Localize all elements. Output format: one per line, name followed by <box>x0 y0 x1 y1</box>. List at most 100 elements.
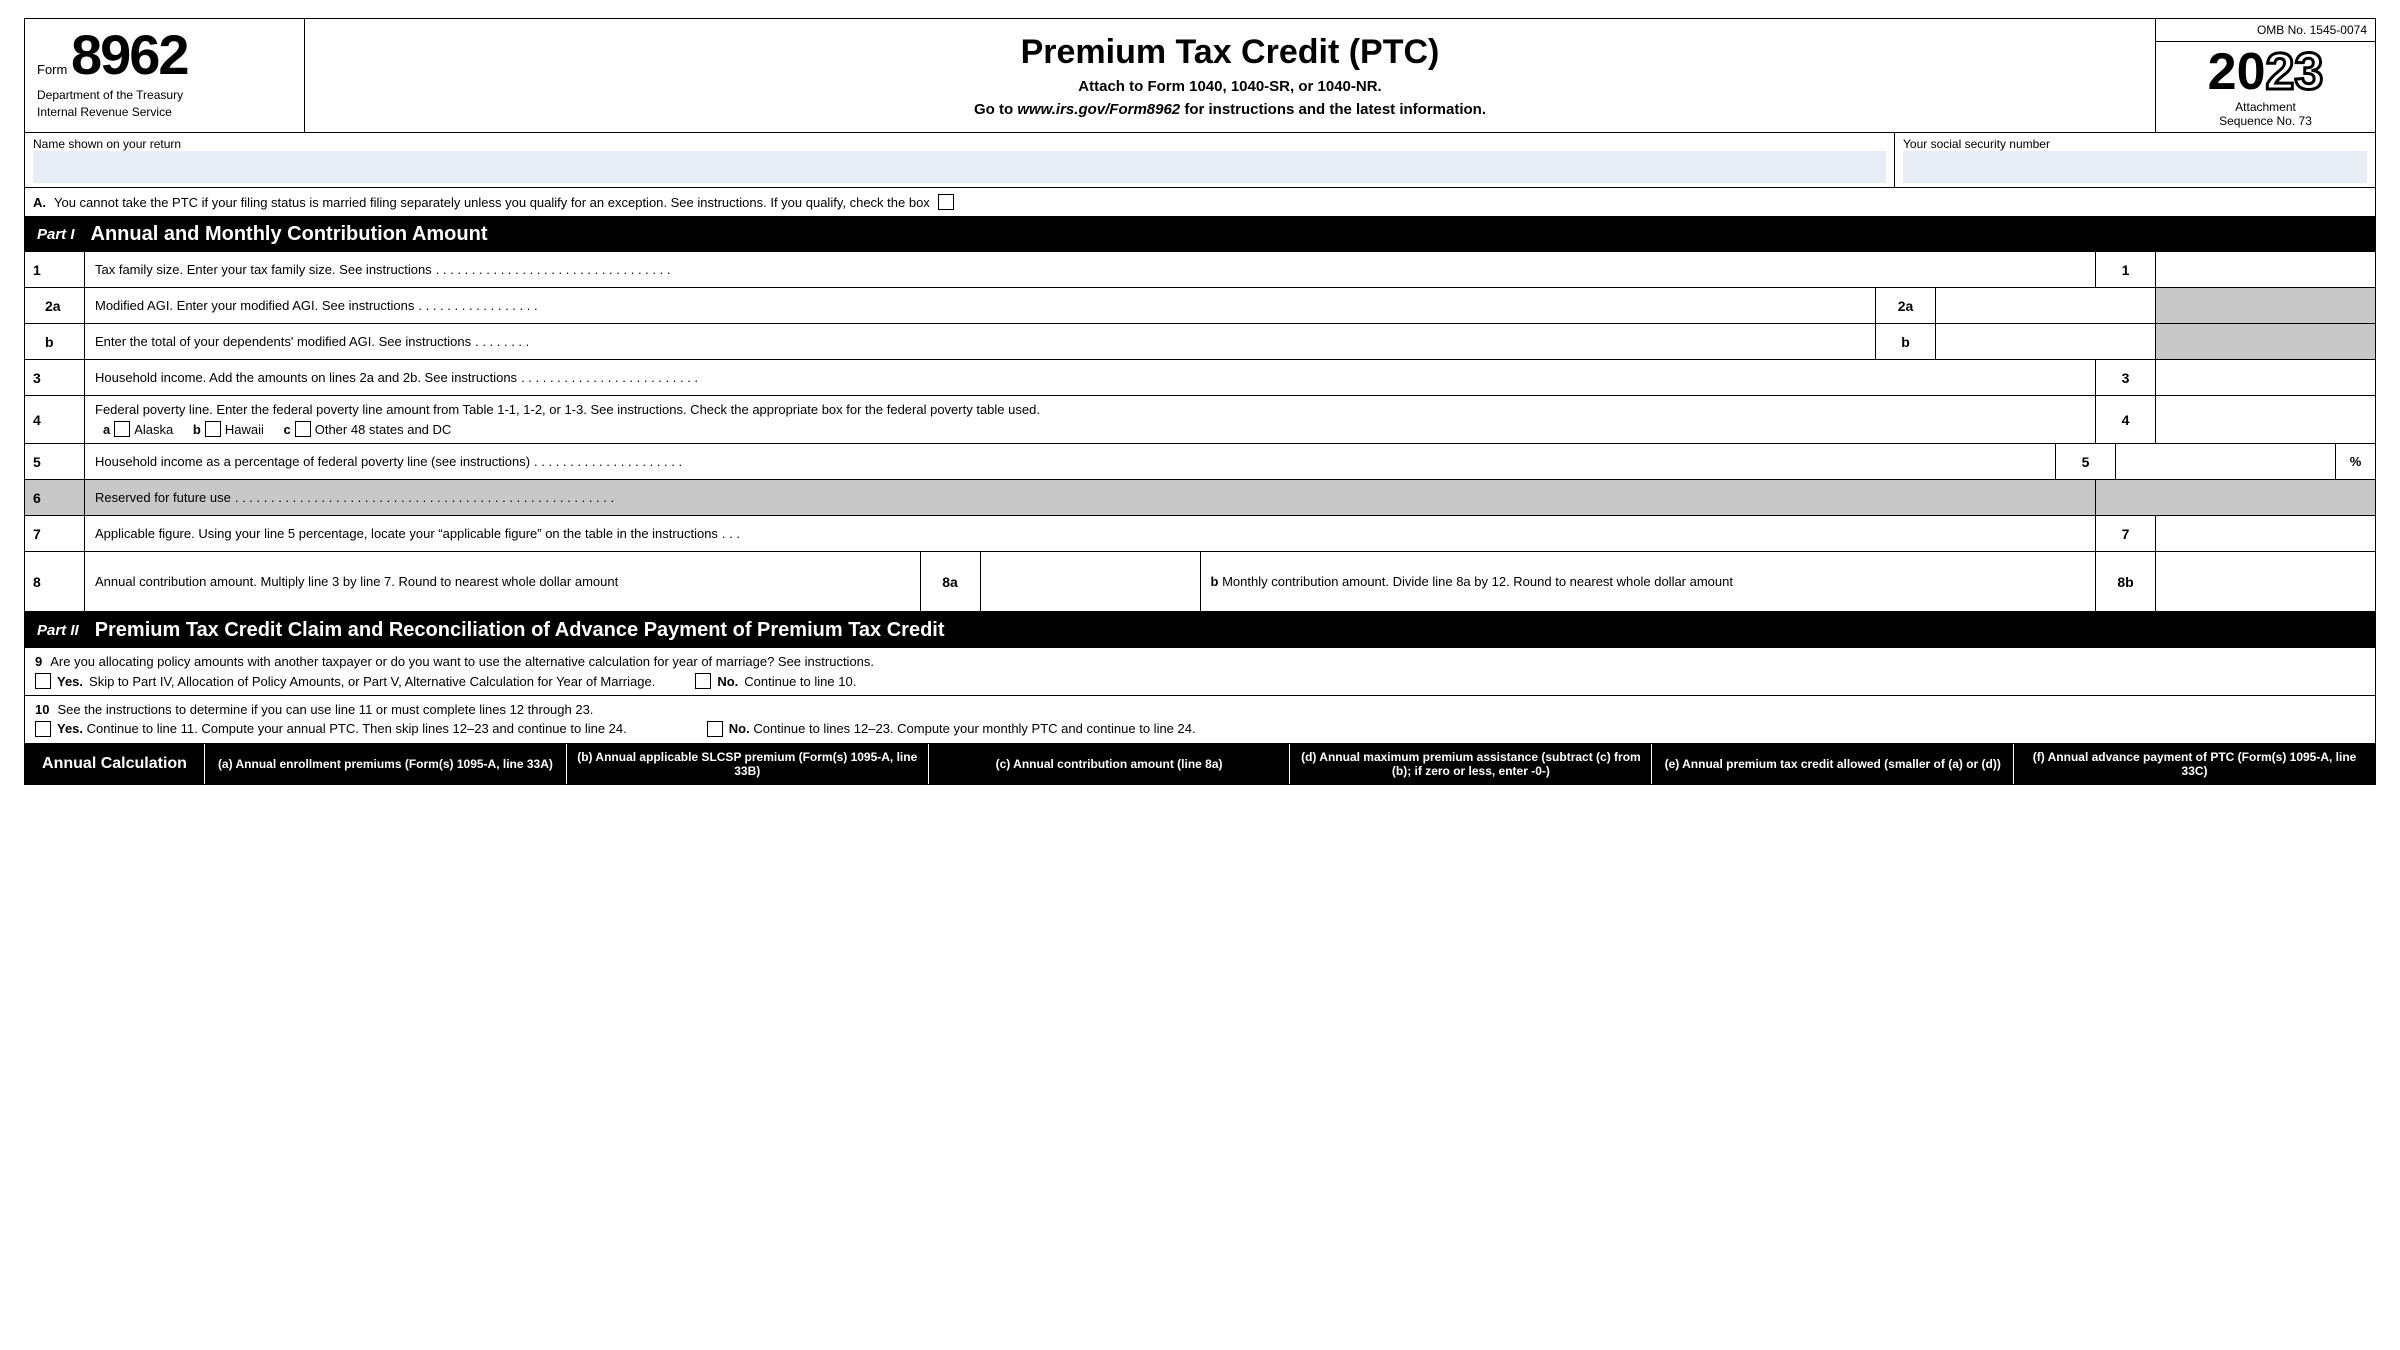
line-8: 8 Annual contribution amount. Multiply l… <box>25 552 2375 612</box>
line-4-input[interactable] <box>2155 396 2375 443</box>
part1-header: Part I Annual and Monthly Contribution A… <box>24 217 2376 252</box>
name-label: Name shown on your return <box>33 137 1886 151</box>
form-center-header: Premium Tax Credit (PTC) Attach to Form … <box>305 19 2155 132</box>
attachment: Attachment Sequence No. 73 <box>2219 100 2312 128</box>
line-7-num: 7 <box>25 516 85 551</box>
line-4-desc: Federal poverty line. Enter the federal … <box>85 396 2095 443</box>
line-3-input[interactable] <box>2155 360 2375 395</box>
line-9-question: 9 Are you allocating policy amounts with… <box>35 654 2365 669</box>
hawaii-checkbox[interactable] <box>205 421 221 437</box>
line-10-yes-checkbox[interactable] <box>35 721 51 737</box>
line-8a-num: 8 <box>25 552 85 611</box>
line-5-entry-label: 5 <box>2055 444 2115 479</box>
line-5: 5 Household income as a percentage of fe… <box>25 444 2375 480</box>
percent-sign: % <box>2335 444 2375 479</box>
dept-text: Department of the Treasury Internal Reve… <box>37 87 292 121</box>
form-body-part1: 1 Tax family size. Enter your tax family… <box>24 252 2376 612</box>
line-2b-input[interactable] <box>1935 324 2155 359</box>
line-2a: 2a Modified AGI. Enter your modified AGI… <box>25 288 2375 324</box>
part-a-label: A. <box>33 195 46 210</box>
line-6-desc: Reserved for future use . . . . . . . . … <box>85 480 2095 515</box>
line-4-num: 4 <box>25 396 85 443</box>
line-7-input[interactable] <box>2155 516 2375 551</box>
line-2b-num: b <box>25 324 85 359</box>
line-2b: b Enter the total of your dependents' mo… <box>25 324 2375 360</box>
line-8b-section: b Monthly contribution amount. Divide li… <box>1201 552 2376 611</box>
year-block: 2023 Attachment Sequence No. 73 <box>2156 42 2375 132</box>
part2-header: Part II Premium Tax Credit Claim and Rec… <box>24 612 2376 648</box>
line-1-entry-label: 1 <box>2095 252 2155 287</box>
line-1: 1 Tax family size. Enter your tax family… <box>25 252 2375 288</box>
line-8b-entry-label: 8b <box>2095 552 2155 611</box>
th-col-e: (e) Annual premium tax credit allowed (s… <box>1652 744 2014 784</box>
part2-badge: Part II <box>37 622 79 639</box>
line-8a-desc: Annual contribution amount. Multiply lin… <box>85 552 920 611</box>
th-col-c: (c) Annual contribution amount (line 8a) <box>929 744 1291 784</box>
line-9: 9 Are you allocating policy amounts with… <box>24 648 2376 696</box>
form-subtitle1: Attach to Form 1040, 1040-SR, or 1040-NR… <box>325 78 2135 95</box>
line-5-input[interactable] <box>2115 444 2335 479</box>
line-10: 10 See the instructions to determine if … <box>24 696 2376 744</box>
line-9-options: Yes. Skip to Part IV, Allocation of Poli… <box>35 673 2365 689</box>
omb-number: OMB No. 1545-0074 <box>2156 19 2375 42</box>
line-5-desc: Household income as a percentage of fede… <box>85 444 2055 479</box>
th-col-d: (d) Annual maximum premium assistance (s… <box>1290 744 1652 784</box>
line-6-num: 6 <box>25 480 85 515</box>
line-3-entry-label: 3 <box>2095 360 2155 395</box>
line-6: 6 Reserved for future use . . . . . . . … <box>25 480 2375 516</box>
th-col-b: (b) Annual applicable SLCSP premium (For… <box>567 744 929 784</box>
ssn-field: Your social security number <box>1895 133 2375 187</box>
part-a-text: You cannot take the PTC if your filing s… <box>54 195 930 210</box>
part1-title: Annual and Monthly Contribution Amount <box>91 223 488 246</box>
line-2a-input[interactable] <box>1935 288 2155 323</box>
th-col-f: (f) Annual advance payment of PTC (Form(… <box>2014 744 2375 784</box>
form-left-header: Form 8962 Department of the Treasury Int… <box>25 19 305 132</box>
line-1-num: 1 <box>25 252 85 287</box>
line-9-no-checkbox[interactable] <box>695 673 711 689</box>
form-header: Form 8962 Department of the Treasury Int… <box>24 18 2376 133</box>
line-8a-input[interactable] <box>980 552 1200 611</box>
line-2a-gray <box>2155 288 2375 323</box>
form-subtitle2: Go to www.irs.gov/Form8962 for instructi… <box>325 101 2135 118</box>
line-8b-input[interactable] <box>2155 552 2375 611</box>
line-10-no: No. Continue to lines 12–23. Compute you… <box>707 721 1196 737</box>
line-9-no: No. Continue to line 10. <box>695 673 856 689</box>
line-4: 4 Federal poverty line. Enter the federa… <box>25 396 2375 444</box>
line-8b-desc: b Monthly contribution amount. Divide li… <box>1201 552 2096 611</box>
form-label-text: Form 8962 <box>37 27 292 83</box>
line-8a-section: 8 Annual contribution amount. Multiply l… <box>25 552 1201 611</box>
year-first: 20 <box>2208 43 2266 101</box>
part-a: A. You cannot take the PTC if your filin… <box>24 188 2376 217</box>
ssn-input[interactable] <box>1903 151 2367 183</box>
alaska-checkbox[interactable] <box>114 421 130 437</box>
ssn-label: Your social security number <box>1903 137 2367 151</box>
other48-checkbox[interactable] <box>295 421 311 437</box>
line-3-num: 3 <box>25 360 85 395</box>
name-field: Name shown on your return <box>25 133 1895 187</box>
name-ssn-row: Name shown on your return Your social se… <box>24 133 2376 188</box>
line-3-desc: Household income. Add the amounts on lin… <box>85 360 2095 395</box>
line-1-input[interactable] <box>2155 252 2375 287</box>
line-3: 3 Household income. Add the amounts on l… <box>25 360 2375 396</box>
line-6-gray <box>2095 480 2375 515</box>
line-10-no-checkbox[interactable] <box>707 721 723 737</box>
part-a-checkbox[interactable] <box>938 194 954 210</box>
line-2b-entry-label: b <box>1875 324 1935 359</box>
line-9-yes: Yes. Skip to Part IV, Allocation of Poli… <box>35 673 655 689</box>
line-7: 7 Applicable figure. Using your line 5 p… <box>25 516 2375 552</box>
year-bold: 23 <box>2266 43 2324 101</box>
form-title: Premium Tax Credit (PTC) <box>325 33 2135 72</box>
line-10-yes: Yes. Continue to line 11. Compute your a… <box>35 721 627 737</box>
line-10-options: Yes. Continue to line 11. Compute your a… <box>35 721 2365 737</box>
line-2a-desc: Modified AGI. Enter your modified AGI. S… <box>85 288 1875 323</box>
line-7-entry-label: 7 <box>2095 516 2155 551</box>
line-9-yes-checkbox[interactable] <box>35 673 51 689</box>
table-header: Annual Calculation (a) Annual enrollment… <box>24 744 2376 785</box>
line-7-desc: Applicable figure. Using your line 5 per… <box>85 516 2095 551</box>
line-1-desc: Tax family size. Enter your tax family s… <box>85 252 2095 287</box>
line-2a-num: 2a <box>25 288 85 323</box>
part2-title: Premium Tax Credit Claim and Reconciliat… <box>95 619 945 642</box>
name-input[interactable] <box>33 151 1886 183</box>
line-2b-gray <box>2155 324 2375 359</box>
th-annual-calc: Annual Calculation <box>25 744 205 784</box>
